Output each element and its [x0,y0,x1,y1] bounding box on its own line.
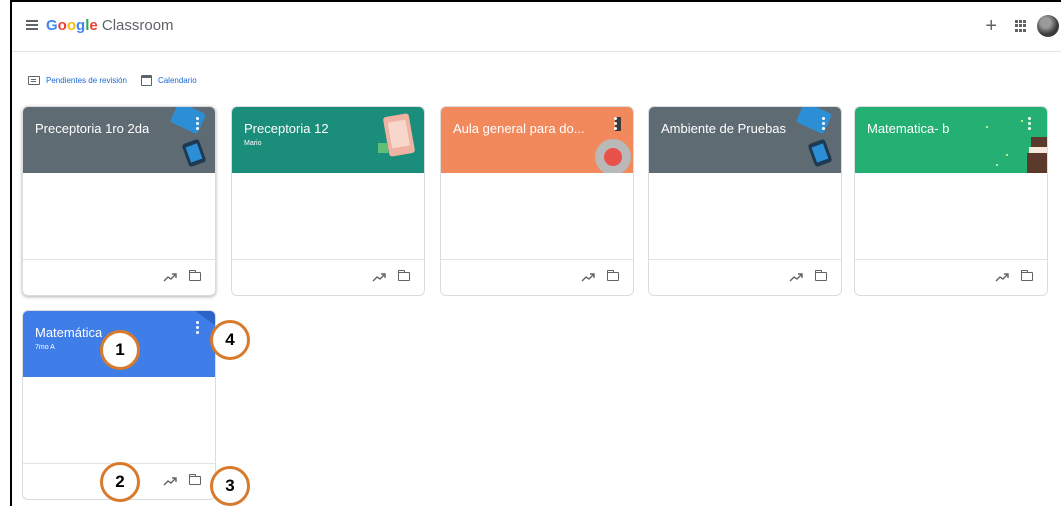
logo-product: Classroom [101,17,174,34]
banner-illustration [378,113,415,157]
banner-illustration [986,120,1047,173]
apps-icon[interactable] [1015,20,1027,32]
banner-illustration [170,107,206,167]
class-card[interactable]: Ambiente de Pruebas [648,106,842,296]
class-title[interactable]: Matematica- b [867,121,949,136]
top-app-bar: Google Classroom + [12,2,1061,52]
classroom-window: Google Classroom + Pendientes de revisió… [10,0,1061,506]
callout-marker-2: 2 [100,462,140,502]
folder-icon[interactable] [189,270,201,281]
class-card[interactable]: Matematica- b [854,106,1048,296]
class-card-footer [855,259,1047,295]
todo-icon [28,75,40,85]
class-subtitle: 7mo A [35,344,55,351]
todo-link[interactable]: Pendientes de revisión [28,75,127,85]
class-title[interactable]: Aula general para do... [453,121,585,136]
logo-google: Google [46,17,98,34]
calendar-icon [140,74,152,86]
trending-up-icon[interactable] [995,272,1009,282]
class-title[interactable]: Matemática [35,325,102,340]
banner-illustration [195,311,215,325]
trending-up-icon[interactable] [581,272,595,282]
plus-icon[interactable]: + [985,16,997,36]
more-vert-icon[interactable] [822,117,825,130]
class-card-banner[interactable]: Matematica- b [855,107,1047,173]
calendar-link[interactable]: Calendario [140,74,197,86]
class-card-footer [232,259,424,295]
more-vert-icon[interactable] [196,117,199,130]
trending-up-icon[interactable] [372,272,386,282]
callout-marker-3: 3 [210,466,250,506]
class-card[interactable]: Preceptoria 1ro 2da [22,106,216,296]
callout-marker-1: 1 [100,330,140,370]
more-vert-icon[interactable] [196,321,199,334]
more-vert-icon[interactable] [614,117,617,130]
class-card[interactable]: Preceptoria 12 Mario [231,106,425,296]
todo-label: Pendientes de revisión [46,75,127,85]
avatar[interactable] [1037,15,1059,37]
banner-illustration [595,117,631,173]
class-card-footer [23,259,215,295]
class-subtitle: Mario [244,140,262,147]
app-logo[interactable]: Google Classroom [46,17,174,34]
class-card-footer [441,259,633,295]
class-card-banner[interactable]: Ambiente de Pruebas [649,107,841,173]
trending-up-icon[interactable] [163,476,177,486]
class-title[interactable]: Preceptoria 12 [244,121,329,136]
class-card-banner[interactable]: Preceptoria 12 Mario [232,107,424,173]
class-title[interactable]: Ambiente de Pruebas [661,121,786,136]
trending-up-icon[interactable] [789,272,803,282]
folder-icon[interactable] [815,270,827,281]
class-title[interactable]: Preceptoria 1ro 2da [35,121,149,136]
class-card-footer [649,259,841,295]
folder-icon[interactable] [607,270,619,281]
callout-marker-4: 4 [210,320,250,360]
trending-up-icon[interactable] [163,272,177,282]
folder-icon[interactable] [398,270,410,281]
folder-icon[interactable] [189,474,201,485]
menu-icon[interactable] [26,20,38,30]
folder-icon[interactable] [1021,270,1033,281]
class-card-banner[interactable]: Preceptoria 1ro 2da [23,107,215,173]
class-card[interactable]: Aula general para do... [440,106,634,296]
secondary-nav: Pendientes de revisión Calendario [28,72,197,88]
more-vert-icon[interactable] [1028,117,1031,130]
class-card-banner[interactable]: Aula general para do... [441,107,633,173]
calendar-label: Calendario [157,75,197,85]
banner-illustration [796,107,832,167]
